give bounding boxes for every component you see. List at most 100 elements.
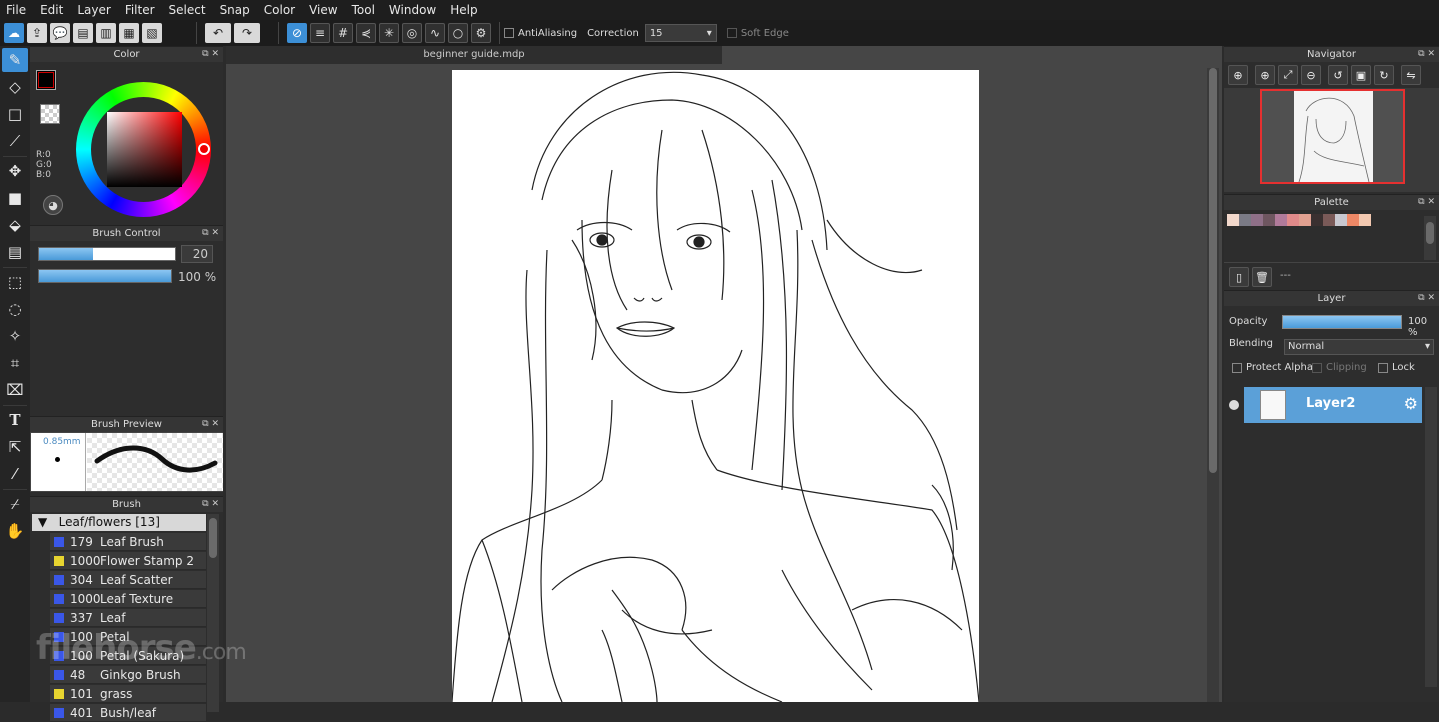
fit-screen-icon[interactable]: ⤢ [1278, 65, 1298, 85]
snap-perspective-icon[interactable]: ⋞ [356, 23, 376, 43]
cloud-icon[interactable]: ☁ [4, 23, 24, 43]
background-color-swatch[interactable] [40, 104, 60, 124]
zoom-in-alt-icon[interactable]: ⊕ [1255, 65, 1275, 85]
brush-opacity-slider[interactable] [38, 269, 172, 283]
zoom-out-icon[interactable]: ⊖ [1301, 65, 1321, 85]
correction-select[interactable]: 15 ▾ [644, 24, 717, 42]
canvas-vertical-scrollbar[interactable] [1207, 68, 1219, 702]
fill-shape-tool-icon[interactable]: ■ [2, 186, 28, 210]
snap-curve-icon[interactable]: ∿ [425, 23, 445, 43]
page-icon[interactable]: ▥ [96, 23, 116, 43]
visibility-icon[interactable] [1229, 400, 1239, 410]
select-eraser-icon[interactable]: ⌧ [2, 378, 28, 402]
brush-item[interactable]: 1000 Flower Stamp 2 [50, 552, 206, 570]
zoom-in-icon[interactable]: ⊕ [1228, 65, 1248, 85]
palette-icon[interactable]: ◕ [43, 195, 63, 215]
rotate-left-icon[interactable]: ↺ [1328, 65, 1348, 85]
menu-window[interactable]: Window [389, 3, 436, 17]
saturation-value-square[interactable] [107, 112, 182, 187]
snap-parallel-icon[interactable]: ≡ [310, 23, 330, 43]
palette-swatch[interactable] [1239, 214, 1251, 226]
protect-alpha-checkbox[interactable]: Protect Alpha [1232, 362, 1313, 373]
blending-select[interactable]: Normal ▾ [1284, 339, 1434, 355]
brush-item[interactable]: 304 Leaf Scatter [50, 571, 206, 589]
new-palette-icon[interactable]: ▯ [1229, 267, 1249, 287]
brush-item[interactable]: 48 Ginkgo Brush [50, 666, 206, 684]
snap-circle-icon[interactable]: ○ [448, 23, 468, 43]
panel-controls-icon[interactable]: ⧉ ✕ [202, 497, 219, 512]
brush-item[interactable]: 101 grass [50, 685, 206, 703]
brush-category[interactable]: ▼ Leaf/flowers [13] [32, 514, 206, 531]
palette-swatch[interactable] [1359, 214, 1371, 226]
snap-concentric-icon[interactable]: ◎ [402, 23, 422, 43]
palette-swatch[interactable] [1335, 214, 1347, 226]
navigator-preview[interactable] [1224, 88, 1439, 192]
rotate-right-icon[interactable]: ↻ [1374, 65, 1394, 85]
brush-list-scrollbar[interactable] [207, 514, 219, 712]
scroll-thumb[interactable] [209, 518, 217, 558]
brush-item[interactable]: 337 Leaf [50, 609, 206, 627]
flip-icon[interactable]: ⇋ [1401, 65, 1421, 85]
scroll-thumb[interactable] [1209, 68, 1217, 473]
menu-view[interactable]: View [309, 3, 337, 17]
operation-tool-icon[interactable]: ⇱ [2, 435, 28, 459]
palette-swatch[interactable] [1347, 214, 1359, 226]
move-tool-icon[interactable]: ✥ [2, 159, 28, 183]
menu-layer[interactable]: Layer [77, 3, 110, 17]
layout-icon[interactable]: ▦ [119, 23, 139, 43]
layer-row[interactable]: Layer2 ⚙ [1224, 387, 1422, 424]
menu-tool[interactable]: Tool [352, 3, 375, 17]
layer-opacity-slider[interactable] [1282, 315, 1402, 329]
menu-select[interactable]: Select [169, 3, 206, 17]
palette-scrollbar[interactable] [1424, 216, 1436, 260]
brush-item[interactable]: 1000 Leaf Texture [50, 590, 206, 608]
trash-icon[interactable]: 🗑 [1252, 267, 1272, 287]
antialiasing-checkbox[interactable]: AntiAliasing [504, 28, 577, 39]
menu-filter[interactable]: Filter [125, 3, 155, 17]
snap-radial-icon[interactable]: ✳ [379, 23, 399, 43]
brush-size-slider[interactable] [38, 247, 176, 261]
menu-help[interactable]: Help [450, 3, 477, 17]
share-icon[interactable]: ⇪ [27, 23, 47, 43]
brush-item[interactable]: 179 Leaf Brush [50, 533, 206, 551]
panel-controls-icon[interactable]: ⧉ ✕ [202, 417, 219, 432]
lasso-tool-icon[interactable]: ◌ [2, 297, 28, 321]
drawing-canvas[interactable] [452, 70, 979, 702]
gear-icon[interactable]: ⚙ [1404, 394, 1418, 413]
export-icon[interactable]: ▧ [142, 23, 162, 43]
navigator-viewport[interactable] [1260, 89, 1405, 184]
panel-controls-icon[interactable]: ⧉ ✕ [1418, 195, 1435, 210]
scroll-thumb[interactable] [1426, 222, 1434, 244]
dropper-tool-icon[interactable]: ⁄ [2, 462, 28, 486]
palette-swatch[interactable] [1311, 214, 1323, 226]
select-pen-icon[interactable]: ⌗ [2, 351, 28, 375]
panel-controls-icon[interactable]: ⧉ ✕ [202, 47, 219, 62]
snap-settings-icon[interactable]: ⚙ [471, 23, 491, 43]
text-tool-icon[interactable]: T [2, 408, 28, 432]
gradient-tool-icon[interactable]: ▤ [2, 240, 28, 264]
hand-tool-icon[interactable]: ✋ [2, 519, 28, 543]
dot-brush-tool-icon[interactable]: ⟋ [2, 129, 28, 153]
palette-swatch[interactable] [1299, 214, 1311, 226]
palette-swatch[interactable] [1275, 214, 1287, 226]
actual-size-icon[interactable]: ▣ [1351, 65, 1371, 85]
menu-color[interactable]: Color [264, 3, 295, 17]
panel-controls-icon[interactable]: ⧉ ✕ [1418, 47, 1435, 62]
hue-knob[interactable] [198, 143, 210, 155]
palette-swatch[interactable] [1251, 214, 1263, 226]
palette-swatch[interactable] [1227, 214, 1239, 226]
clipping-checkbox[interactable]: Clipping [1312, 362, 1367, 373]
palette-swatch[interactable] [1323, 214, 1335, 226]
comment-icon[interactable]: 💬 [50, 23, 70, 43]
snap-grid-icon[interactable]: # [333, 23, 353, 43]
select-tool-icon[interactable]: ⬚ [2, 270, 28, 294]
undo-icon[interactable]: ↶ [205, 23, 231, 43]
message-icon[interactable]: ▤ [73, 23, 93, 43]
lock-checkbox[interactable]: Lock [1378, 362, 1415, 373]
eraser-tool-icon[interactable]: ◇ [2, 75, 28, 99]
brush-tool-icon[interactable]: ✎ [2, 48, 28, 72]
layer-scrollbar[interactable] [1425, 387, 1437, 687]
palette-swatch[interactable] [1263, 214, 1275, 226]
panel-controls-icon[interactable]: ⧉ ✕ [1418, 291, 1435, 306]
menu-edit[interactable]: Edit [40, 3, 63, 17]
